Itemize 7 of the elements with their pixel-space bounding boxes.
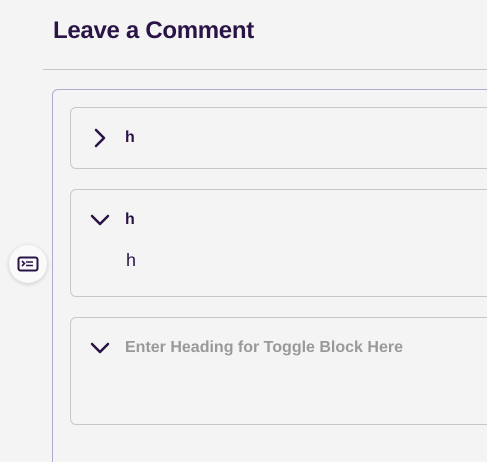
block-icon	[17, 256, 39, 272]
heading-field[interactable]: h	[125, 211, 487, 229]
block-menu-button[interactable]	[9, 245, 47, 283]
toggle-content: h	[126, 250, 136, 270]
page-title: Leave a Comment	[52, 16, 255, 46]
heading-field[interactable]: h	[125, 129, 487, 147]
heading-field[interactable]: Enter Heading for Toggle Block Here	[125, 339, 487, 357]
